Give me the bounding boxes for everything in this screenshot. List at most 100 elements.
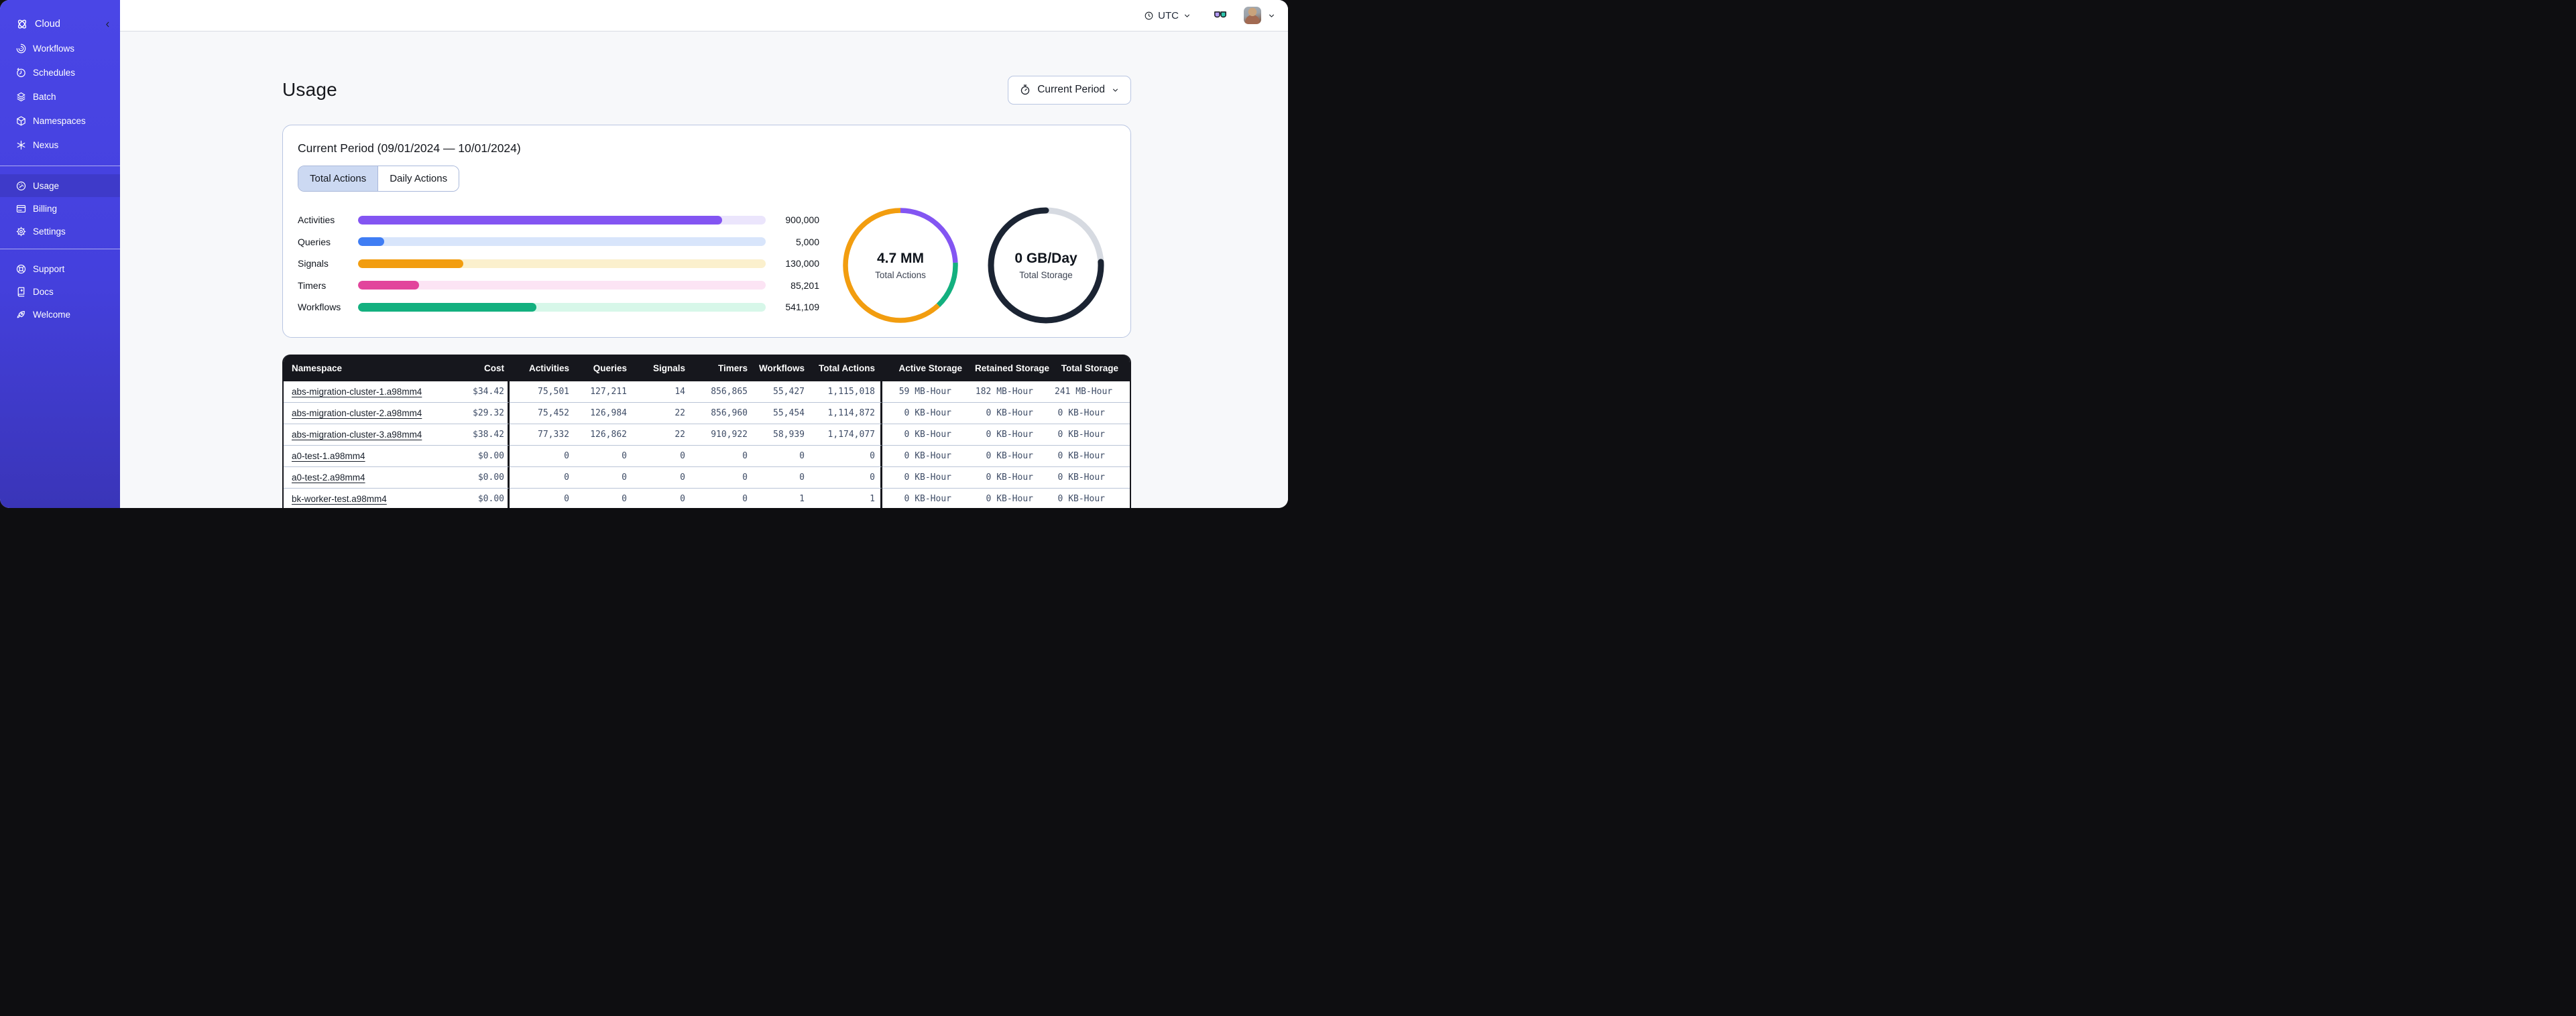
sidebar-item-usage[interactable]: Usage bbox=[0, 174, 120, 197]
sidebar-item-namespaces[interactable]: Namespaces bbox=[0, 109, 120, 133]
card-title: Current Period (09/01/2024 — 10/01/2024) bbox=[298, 141, 521, 155]
timezone-selector[interactable]: UTC bbox=[1144, 10, 1191, 21]
page-title: Usage bbox=[282, 79, 337, 100]
sidebar-item-label: Batch bbox=[33, 91, 56, 102]
app-window: Cloud Workflows Schedules Batch Namespac… bbox=[0, 0, 1288, 508]
stopwatch-icon bbox=[1019, 84, 1031, 96]
table-cell: $0.00 bbox=[456, 489, 510, 508]
view-tabs: Total Actions Daily Actions bbox=[298, 166, 460, 192]
usage-icon bbox=[15, 180, 27, 192]
table-row: a0-test-1.a98mm4 $0.00 0 0 0 0 0 0 0 KB-Hour 0 KB… bbox=[284, 446, 1130, 467]
table-cell: 55,454 bbox=[753, 403, 810, 424]
table-cell: 1 bbox=[810, 489, 882, 508]
bar-label: Workflows bbox=[298, 302, 341, 313]
avatar[interactable] bbox=[1244, 7, 1261, 24]
table-cell: 22 bbox=[632, 403, 691, 424]
topbar: UTC bbox=[120, 0, 1288, 31]
column-header-workflows: Workflows bbox=[753, 355, 810, 381]
support-icon bbox=[15, 263, 27, 275]
column-header-namespace: Namespace bbox=[284, 355, 456, 381]
table-cell: 0 KB-Hour bbox=[882, 489, 968, 508]
table-header-row: Namespace Cost Activities Queries Signals Tim… bbox=[284, 355, 1130, 381]
table-cell: $34.42 bbox=[456, 381, 510, 403]
namespace-cell: a0-test-1.a98mm4 bbox=[284, 446, 456, 467]
sidebar-brand[interactable]: Cloud bbox=[0, 15, 120, 34]
column-header-total-storage: Total Storage bbox=[1055, 355, 1130, 381]
period-selector-button[interactable]: Current Period bbox=[1008, 75, 1131, 105]
namespace-usage-table: Namespace Cost Activities Queries Signals Tim… bbox=[282, 355, 1131, 508]
table-cell: 127,211 bbox=[575, 381, 632, 403]
sidebar-item-docs[interactable]: Docs bbox=[0, 280, 120, 303]
table-cell: 0 bbox=[810, 467, 882, 489]
usage-card: Current Period (09/01/2024 — 10/01/2024)… bbox=[282, 125, 1131, 338]
table-cell: 0 KB-Hour bbox=[1055, 467, 1130, 489]
table-cell: 0 bbox=[632, 489, 691, 508]
table-cell: 59 MB-Hour bbox=[882, 381, 968, 403]
table-cell: 0 KB-Hour bbox=[882, 467, 968, 489]
table-cell: 0 KB-Hour bbox=[968, 446, 1055, 467]
brand-label: Cloud bbox=[35, 19, 60, 29]
sidebar-item-label: Billing bbox=[33, 203, 58, 214]
bar-track bbox=[358, 259, 766, 268]
collapse-sidebar-icon[interactable] bbox=[103, 20, 112, 29]
table-cell: 856,960 bbox=[691, 403, 753, 424]
table-cell: 126,862 bbox=[575, 424, 632, 446]
labs-glasses-icon[interactable] bbox=[1214, 9, 1230, 22]
page-header: Usage Current Period bbox=[282, 75, 1131, 105]
table-cell: 1,174,077 bbox=[810, 424, 882, 446]
sidebar-item-label: Support bbox=[33, 263, 65, 274]
namespace-link[interactable]: a0-test-2.a98mm4 bbox=[292, 472, 365, 483]
sidebar-item-label: Settings bbox=[33, 226, 66, 237]
namespace-link[interactable]: a0-test-1.a98mm4 bbox=[292, 451, 365, 461]
sidebar-item-welcome[interactable]: Welcome bbox=[0, 303, 120, 326]
namespace-link[interactable]: abs-migration-cluster-3.a98mm4 bbox=[292, 430, 422, 440]
sidebar-item-schedules[interactable]: Schedules bbox=[0, 60, 120, 84]
batch-icon bbox=[15, 91, 27, 103]
bar-fill bbox=[358, 215, 722, 225]
bar-label: Timers bbox=[298, 279, 327, 291]
schedules-icon bbox=[15, 67, 27, 78]
bar-label: Activities bbox=[298, 214, 335, 226]
docs-icon bbox=[15, 286, 27, 298]
sidebar-item-workflows[interactable]: Workflows bbox=[0, 36, 120, 60]
bar-label: Queries bbox=[298, 236, 331, 247]
column-header-retained-storage: Retained Storage bbox=[968, 355, 1055, 381]
bar-value: 541,109 bbox=[785, 302, 819, 313]
table-cell: 0 bbox=[691, 467, 753, 489]
billing-icon bbox=[15, 203, 27, 214]
bar-fill bbox=[358, 302, 537, 312]
bar-value: 85,201 bbox=[791, 279, 819, 291]
table-cell: 0 KB-Hour bbox=[1055, 403, 1130, 424]
table-cell: 0 bbox=[691, 489, 753, 508]
timezone-label: UTC bbox=[1158, 9, 1179, 21]
namespace-link[interactable]: abs-migration-cluster-1.a98mm4 bbox=[292, 387, 422, 397]
column-header-queries: Queries bbox=[575, 355, 632, 381]
table-cell: $0.00 bbox=[456, 467, 510, 489]
table-row: abs-migration-cluster-2.a98mm4 $29.32 75,4… bbox=[284, 403, 1130, 424]
table-cell: 14 bbox=[632, 381, 691, 403]
sidebar-item-settings[interactable]: Settings bbox=[0, 220, 120, 243]
table-cell: 55,427 bbox=[753, 381, 810, 403]
sidebar-item-support[interactable]: Support bbox=[0, 257, 120, 280]
sidebar-item-label: Namespaces bbox=[33, 115, 86, 126]
main-content: Usage Current Period Current Period (09/… bbox=[120, 32, 1288, 508]
table-cell: $0.00 bbox=[456, 446, 510, 467]
table-cell: 75,452 bbox=[510, 403, 575, 424]
column-header-timers: Timers bbox=[691, 355, 753, 381]
clock-icon bbox=[1144, 11, 1154, 21]
namespace-link[interactable]: abs-migration-cluster-2.a98mm4 bbox=[292, 408, 422, 418]
table-cell: 0 bbox=[632, 467, 691, 489]
workflows-icon bbox=[15, 43, 27, 54]
sidebar-item-batch[interactable]: Batch bbox=[0, 84, 120, 109]
usage-charts: Activities 900,000 Queries 5,000 Signals 130,… bbox=[298, 205, 1116, 326]
sidebar-item-nexus[interactable]: Nexus bbox=[0, 133, 120, 157]
namespace-link[interactable]: bk-worker-test.a98mm4 bbox=[292, 494, 387, 504]
table-cell: $38.42 bbox=[456, 424, 510, 446]
tab-total-actions[interactable]: Total Actions bbox=[298, 166, 378, 191]
sidebar-item-billing[interactable]: Billing bbox=[0, 197, 120, 220]
user-menu-chevron-icon[interactable] bbox=[1267, 11, 1276, 20]
tab-daily-actions[interactable]: Daily Actions bbox=[377, 166, 459, 191]
table-cell: 0 bbox=[510, 446, 575, 467]
table-cell: 1 bbox=[753, 489, 810, 508]
table-cell: 0 KB-Hour bbox=[882, 403, 968, 424]
